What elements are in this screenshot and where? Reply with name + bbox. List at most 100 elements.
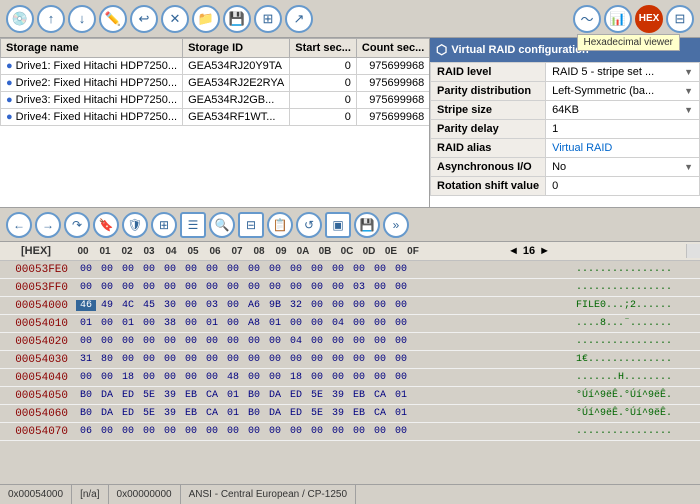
dropdown-arrow-icon[interactable]: ▼: [684, 86, 693, 96]
hex-byte-cell[interactable]: 00: [349, 264, 369, 275]
raid-value-cell[interactable]: Left-Symmetric (ba...▼: [546, 82, 700, 101]
hex-byte-cell[interactable]: 00: [370, 426, 390, 437]
hex-byte-cell[interactable]: 00: [223, 264, 243, 275]
hex-byte-cell[interactable]: 00: [76, 264, 96, 275]
toggle-button[interactable]: ▣: [325, 212, 351, 238]
hex-byte-cell[interactable]: 00: [181, 354, 201, 365]
raid-value-cell[interactable]: Virtual RAID: [546, 139, 700, 158]
dropdown-arrow-icon[interactable]: ▼: [684, 162, 693, 172]
hex-byte-cell[interactable]: 00: [160, 426, 180, 437]
hex-byte-cell[interactable]: 00: [202, 354, 222, 365]
hex-byte-cell[interactable]: CA: [202, 408, 222, 419]
hex-byte-cell[interactable]: 38: [160, 318, 180, 329]
hex-byte-cell[interactable]: DA: [97, 390, 117, 401]
hex-byte-cell[interactable]: 00: [118, 426, 138, 437]
dropdown-arrow-icon[interactable]: ▼: [684, 67, 693, 77]
folder-icon[interactable]: 📁: [192, 5, 220, 33]
hex-byte-cell[interactable]: 01: [118, 318, 138, 329]
raid-value-cell[interactable]: 64KB▼: [546, 101, 700, 120]
hex-byte-cell[interactable]: 30: [160, 300, 180, 311]
hex-byte-cell[interactable]: 00: [265, 426, 285, 437]
list-button[interactable]: ☰: [180, 212, 206, 238]
hex-byte-cell[interactable]: CA: [202, 390, 222, 401]
hex-view-button[interactable]: HEX: [635, 5, 663, 33]
save-icon[interactable]: 💾: [223, 5, 251, 33]
hex-byte-cell[interactable]: 00: [328, 336, 348, 347]
hex-byte-cell[interactable]: 00: [391, 372, 411, 383]
more-button[interactable]: »: [383, 212, 409, 238]
hex-byte-cell[interactable]: 49: [97, 300, 117, 311]
hex-byte-cell[interactable]: CA: [370, 408, 390, 419]
hex-byte-cell[interactable]: 00: [328, 282, 348, 293]
waveform-icon[interactable]: 〜: [573, 5, 601, 33]
hex-byte-cell[interactable]: 00: [160, 282, 180, 293]
hex-byte-cell[interactable]: 00: [223, 354, 243, 365]
hex-byte-cell[interactable]: 00: [349, 300, 369, 311]
copy-button[interactable]: 📋: [267, 212, 293, 238]
hex-byte-cell[interactable]: 00: [370, 354, 390, 365]
hex-byte-cell[interactable]: 00: [265, 282, 285, 293]
hex-byte-cell[interactable]: 00: [223, 426, 243, 437]
hex-byte-cell[interactable]: B0: [76, 390, 96, 401]
hex-byte-cell[interactable]: 32: [286, 300, 306, 311]
hex-byte-cell[interactable]: B0: [244, 390, 264, 401]
hex-byte-cell[interactable]: DA: [97, 408, 117, 419]
hex-byte-cell[interactable]: 01: [76, 318, 96, 329]
hex-byte-cell[interactable]: 00: [349, 426, 369, 437]
hex-byte-cell[interactable]: 00: [391, 354, 411, 365]
storage-row[interactable]: ●Drive3: Fixed Hitachi HDP7250... GEA534…: [1, 92, 430, 109]
storage-row[interactable]: ●Drive1: Fixed Hitachi HDP7250... GEA534…: [1, 58, 430, 75]
up-arrow-icon[interactable]: ↑: [37, 5, 65, 33]
hex-byte-cell[interactable]: 00: [97, 336, 117, 347]
raid-value-cell[interactable]: No▼: [546, 158, 700, 177]
hex-byte-cell[interactable]: 00: [181, 426, 201, 437]
hex-byte-cell[interactable]: 39: [160, 390, 180, 401]
hex-byte-cell[interactable]: 9B: [265, 300, 285, 311]
hex-byte-cell[interactable]: 00: [286, 264, 306, 275]
chart-icon[interactable]: 📊: [604, 5, 632, 33]
refresh-button[interactable]: ↺: [296, 212, 322, 238]
hex-byte-cell[interactable]: 39: [328, 390, 348, 401]
hex-byte-cell[interactable]: B0: [76, 408, 96, 419]
hex-byte-cell[interactable]: 00: [181, 282, 201, 293]
hex-byte-cell[interactable]: 00: [307, 354, 327, 365]
hex-byte-cell[interactable]: 00: [139, 354, 159, 365]
hex-byte-cell[interactable]: 00: [97, 372, 117, 383]
hex-byte-cell[interactable]: 00: [160, 264, 180, 275]
bookmark-button[interactable]: 🔖: [93, 212, 119, 238]
hex-byte-cell[interactable]: 01: [391, 408, 411, 419]
hex-byte-cell[interactable]: 00: [181, 264, 201, 275]
hex-byte-cell[interactable]: 00: [265, 372, 285, 383]
hex-byte-cell[interactable]: 00: [286, 318, 306, 329]
hex-byte-cell[interactable]: 18: [286, 372, 306, 383]
hex-byte-cell[interactable]: 48: [223, 372, 243, 383]
hex-byte-cell[interactable]: ED: [286, 408, 306, 419]
hex-byte-cell[interactable]: 00: [181, 336, 201, 347]
hex-byte-cell[interactable]: 00: [391, 318, 411, 329]
hex-byte-cell[interactable]: 00: [286, 282, 306, 293]
hex-byte-cell[interactable]: 00: [328, 372, 348, 383]
hex-byte-cell[interactable]: 00: [97, 318, 117, 329]
hex-byte-cell[interactable]: EB: [349, 408, 369, 419]
hex-byte-cell[interactable]: 00: [118, 336, 138, 347]
hex-byte-cell[interactable]: 00: [370, 282, 390, 293]
hex-byte-cell[interactable]: 00: [391, 264, 411, 275]
hex-byte-cell[interactable]: ED: [118, 390, 138, 401]
hex-byte-cell[interactable]: 00: [370, 318, 390, 329]
hex-byte-cell[interactable]: 00: [139, 372, 159, 383]
hex-byte-cell[interactable]: 00: [370, 372, 390, 383]
hex-byte-cell[interactable]: 00: [202, 336, 222, 347]
hex-byte-cell[interactable]: 00: [139, 336, 159, 347]
layers-icon[interactable]: ⊞: [254, 5, 282, 33]
hex-byte-cell[interactable]: 5E: [307, 408, 327, 419]
hex-byte-cell[interactable]: 00: [307, 300, 327, 311]
hex-byte-cell[interactable]: 01: [202, 318, 222, 329]
hex-byte-cell[interactable]: 00: [223, 300, 243, 311]
close-icon[interactable]: ✕: [161, 5, 189, 33]
hex-byte-cell[interactable]: 31: [76, 354, 96, 365]
hex-byte-cell[interactable]: 00: [349, 336, 369, 347]
template-button[interactable]: ⊞: [151, 212, 177, 238]
storage-row[interactable]: ●Drive2: Fixed Hitachi HDP7250... GEA534…: [1, 75, 430, 92]
hex-byte-cell[interactable]: 00: [265, 336, 285, 347]
hex-byte-cell[interactable]: 4C: [118, 300, 138, 311]
